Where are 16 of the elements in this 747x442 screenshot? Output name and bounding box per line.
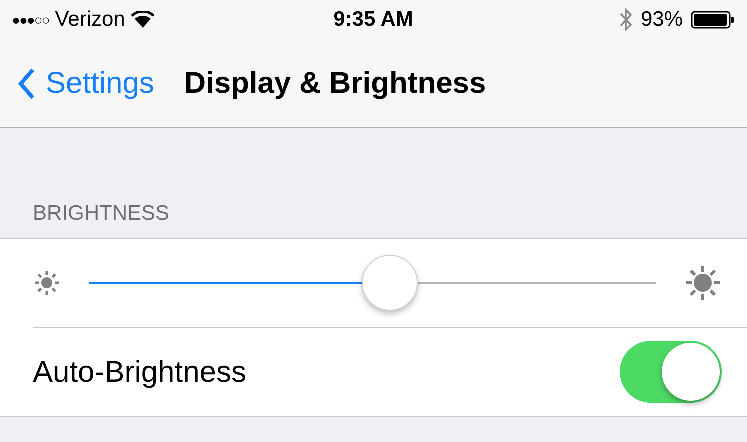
clock-time: 9:35 AM <box>334 7 414 34</box>
brightness-slider[interactable] <box>89 253 656 313</box>
bluetooth-icon <box>618 8 633 32</box>
back-button[interactable]: Settings <box>18 61 154 106</box>
battery-percent: 93% <box>640 7 683 34</box>
auto-brightness-label: Auto-Brightness <box>33 354 248 390</box>
section-header: BRIGHTNESS <box>33 201 171 227</box>
page-title: Display & Brightness <box>184 66 486 102</box>
signal-strength: ●●●○○ <box>12 10 50 30</box>
dim-sun-icon <box>33 269 61 297</box>
auto-brightness-switch[interactable] <box>620 341 722 403</box>
battery-icon <box>691 10 735 30</box>
wifi-icon <box>131 11 156 29</box>
bright-sun-icon <box>684 264 722 302</box>
carrier-name: Verizon <box>55 7 126 34</box>
chevron-left-icon <box>18 68 36 100</box>
